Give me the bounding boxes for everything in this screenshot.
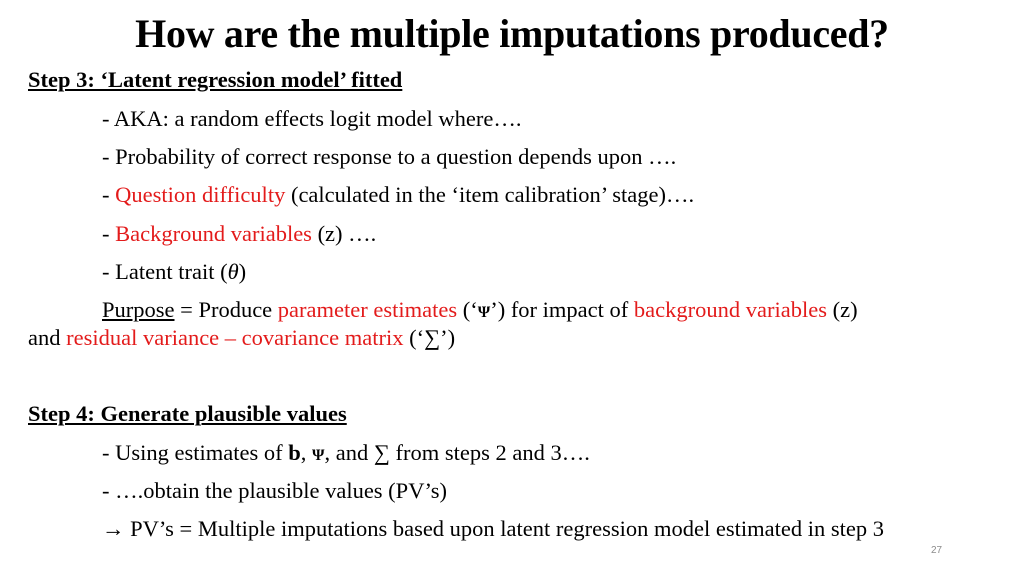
question-difficulty-highlight: Question difficulty bbox=[115, 182, 286, 207]
purpose-line-2: and residual variance – covariance matri… bbox=[28, 324, 455, 352]
slide-title: How are the multiple imputations produce… bbox=[135, 11, 889, 56]
background-variables-highlight: background variables bbox=[633, 297, 827, 322]
bullet-obtain-pv: - ….obtain the plausible values (PV’s) bbox=[102, 478, 447, 503]
bullet-latent-trait: - Latent trait (θ) bbox=[102, 258, 246, 286]
page-number: 27 bbox=[931, 545, 943, 556]
purpose-line-1: Purpose = Produce parameter estimates (‘… bbox=[102, 296, 858, 327]
purpose-text: = Produce bbox=[174, 297, 278, 322]
question-difficulty-text: (calculated in the ‘item calibration’ st… bbox=[285, 182, 695, 207]
bullet-dash: - bbox=[102, 221, 116, 246]
bullet-probability: - Probability of correct response to a q… bbox=[102, 144, 677, 169]
psi-symbol: Ψ bbox=[311, 447, 325, 464]
purpose-text: (‘∑’) bbox=[403, 325, 456, 350]
bullet-using-estimates: - Using estimates of b, Ψ, and ∑ from st… bbox=[102, 439, 590, 470]
step3-heading: Step 3: ‘Latent regression model’ fitted bbox=[28, 67, 403, 92]
background-variables-highlight: Background variables bbox=[115, 221, 312, 246]
purpose-label: Purpose bbox=[102, 297, 175, 322]
bullet-dash: - bbox=[102, 182, 116, 207]
residual-variance-highlight: residual variance – covariance matrix bbox=[66, 325, 404, 350]
bullet-aka: - AKA: a random effects logit model wher… bbox=[102, 106, 522, 131]
latent-trait-close: ) bbox=[238, 259, 247, 284]
using-text: , bbox=[300, 440, 312, 465]
using-text: , and ∑ from steps 2 and 3…. bbox=[324, 440, 590, 465]
using-text: - Using estimates of bbox=[102, 440, 289, 465]
bullet-background-variables: - Background variables (z) …. bbox=[102, 220, 376, 248]
conclusion-line: → PV’s = Multiple imputations based upon… bbox=[102, 516, 884, 541]
purpose-text: (z) bbox=[826, 297, 858, 322]
purpose-text: (‘ bbox=[457, 297, 478, 322]
background-variables-text: (z) …. bbox=[311, 221, 377, 246]
b-symbol: b bbox=[288, 440, 301, 465]
latent-trait-text: - Latent trait ( bbox=[102, 259, 228, 284]
bullet-question-difficulty: - Question difficulty (calculated in the… bbox=[102, 181, 694, 209]
purpose-text: and bbox=[28, 325, 67, 350]
purpose-text: ’) for impact of bbox=[490, 297, 634, 322]
parameter-estimates-highlight: parameter estimates bbox=[277, 297, 458, 322]
step4-heading: Step 4: Generate plausible values bbox=[28, 401, 347, 426]
theta-symbol: θ bbox=[227, 259, 239, 284]
psi-symbol: Ψ bbox=[477, 304, 491, 321]
